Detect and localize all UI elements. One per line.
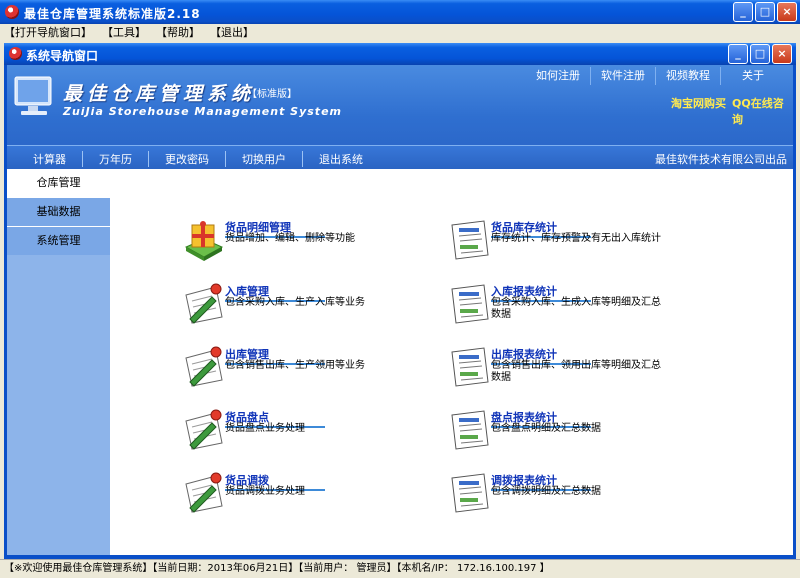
- module-desc: 货品调拨业务处理: [225, 486, 305, 497]
- banner-edition: 【标准版】: [247, 89, 297, 100]
- navigation-window: 系统导航窗口 _ □ × 最佳仓库管理系统 【标准版】 ZuiJia Store…: [4, 43, 796, 559]
- report-icon: [451, 473, 489, 513]
- inner-maximize-button[interactable]: □: [750, 44, 770, 64]
- how-to-register-link[interactable]: 如何注册: [526, 67, 590, 85]
- report-icon: [451, 410, 489, 450]
- app-icon: [5, 5, 19, 19]
- monitor-logo-icon: [14, 76, 52, 115]
- maximize-button[interactable]: □: [755, 2, 775, 22]
- module-desc: 包含采购入库、生成入库等明细及汇总数据: [491, 297, 661, 320]
- taobao-buy-link[interactable]: 淘宝网购买: [671, 95, 726, 111]
- about-link[interactable]: 关于: [720, 67, 785, 85]
- module-desc: 包含盘点明细及汇总数据: [491, 423, 601, 434]
- close-button[interactable]: ×: [777, 2, 797, 22]
- module-desc: 货品增加、编辑、删除等功能: [225, 233, 355, 244]
- nav-change-password[interactable]: 更改密码: [148, 151, 225, 167]
- inner-app-icon: [9, 47, 22, 60]
- module-desc: 包含采购入库、生产入库等业务: [225, 297, 365, 308]
- module-stock-in-report[interactable]: 入库报表统计 包含采购入库、生成入库等明细及汇总数据: [448, 279, 698, 329]
- nav-switch-user[interactable]: 切换用户: [225, 151, 302, 167]
- window-title: 最佳仓库管理系统标准版2.18: [24, 7, 201, 21]
- nav-calendar[interactable]: 万年历: [82, 151, 148, 167]
- nav-exit-system[interactable]: 退出系统: [302, 151, 379, 167]
- nav-calculator[interactable]: 计算器: [17, 151, 82, 167]
- gift-box-icon: [184, 221, 224, 261]
- sidebar-item-warehouse[interactable]: 仓库管理: [7, 169, 110, 197]
- sidebar: 仓库管理 基础数据 系统管理: [7, 169, 110, 555]
- pin-edit-icon: [185, 283, 223, 324]
- inner-close-button[interactable]: ×: [772, 44, 792, 64]
- module-desc: 包含销售出库、领用出库等明细及汇总数据: [491, 360, 661, 383]
- sidebar-item-basic-data[interactable]: 基础数据: [7, 197, 110, 226]
- menu-tools[interactable]: 【工具】: [102, 24, 146, 41]
- banner-title: 最佳仓库管理系统: [63, 83, 256, 105]
- header-banner: 最佳仓库管理系统 【标准版】 ZuiJia Storehouse Managem…: [7, 65, 793, 169]
- window-title-bar[interactable]: 最佳仓库管理系统标准版2.18 _ □ ×: [0, 0, 800, 24]
- module-desc: 包含调拨明细及汇总数据: [491, 486, 601, 497]
- pin-edit-icon: [185, 409, 223, 450]
- menu-exit[interactable]: 【退出】: [210, 24, 254, 41]
- module-desc: 包含销售出库、生产领用等业务: [225, 360, 365, 371]
- inner-title-bar[interactable]: 系统导航窗口 _ □ ×: [4, 43, 796, 65]
- module-goods-detail[interactable]: 货品明细管理 货品增加、编辑、删除等功能: [182, 215, 432, 265]
- module-stock-out-report[interactable]: 出库报表统计 包含销售出库、领用出库等明细及汇总数据: [448, 342, 698, 392]
- module-stock-statistics[interactable]: 货品库存统计 库存统计、库存预警及有无出入库统计: [448, 215, 698, 265]
- top-nav: 如何注册 软件注册 视频教程 关于: [526, 67, 785, 85]
- inner-window-title: 系统导航窗口: [26, 49, 99, 63]
- nav-bar: 计算器 万年历 更改密码 切换用户 退出系统 最佳软件技术有限公司出品: [7, 145, 793, 169]
- module-transfer-report[interactable]: 调拨报表统计 包含调拨明细及汇总数据: [448, 468, 698, 518]
- status-bar: 【※欢迎使用最佳仓库管理系统】【当前日期：2013年06月21日】【当前用户： …: [0, 559, 800, 578]
- module-transfer[interactable]: 货品调拨 货品调拨业务处理: [182, 468, 432, 518]
- video-tutorial-link[interactable]: 视频教程: [655, 67, 720, 85]
- menu-open-nav[interactable]: 【打开导航窗口】: [4, 24, 92, 41]
- module-stock-out[interactable]: 出库管理 包含销售出库、生产领用等业务: [182, 342, 432, 392]
- module-inventory-count[interactable]: 货品盘点 货品盘点业务处理: [182, 405, 432, 455]
- report-icon: [451, 220, 489, 260]
- module-desc: 货品盘点业务处理: [225, 423, 305, 434]
- menu-help[interactable]: 【帮助】: [156, 24, 200, 41]
- software-register-link[interactable]: 软件注册: [590, 67, 655, 85]
- company-credit: 最佳软件技术有限公司出品: [655, 153, 787, 166]
- pin-edit-icon: [185, 472, 223, 513]
- sidebar-item-system[interactable]: 系统管理: [7, 226, 110, 255]
- menu-bar: 【打开导航窗口】 【工具】 【帮助】 【退出】: [0, 24, 800, 41]
- banner-subtitle: ZuiJia Storehouse Management System: [63, 105, 342, 118]
- module-panel: 货品明细管理 货品增加、编辑、删除等功能 入库管理 包含采购入库、生产入库等业务: [110, 169, 793, 555]
- pin-edit-icon: [185, 346, 223, 387]
- module-count-report[interactable]: 盘点报表统计 包含盘点明细及汇总数据: [448, 405, 698, 455]
- inner-minimize-button[interactable]: _: [728, 44, 748, 64]
- module-stock-in[interactable]: 入库管理 包含采购入库、生产入库等业务: [182, 279, 432, 329]
- qq-consult-link[interactable]: QQ在线咨询: [732, 95, 793, 127]
- module-desc: 库存统计、库存预警及有无出入库统计: [491, 233, 661, 244]
- report-icon: [451, 284, 489, 324]
- report-icon: [451, 347, 489, 387]
- minimize-button[interactable]: _: [733, 2, 753, 22]
